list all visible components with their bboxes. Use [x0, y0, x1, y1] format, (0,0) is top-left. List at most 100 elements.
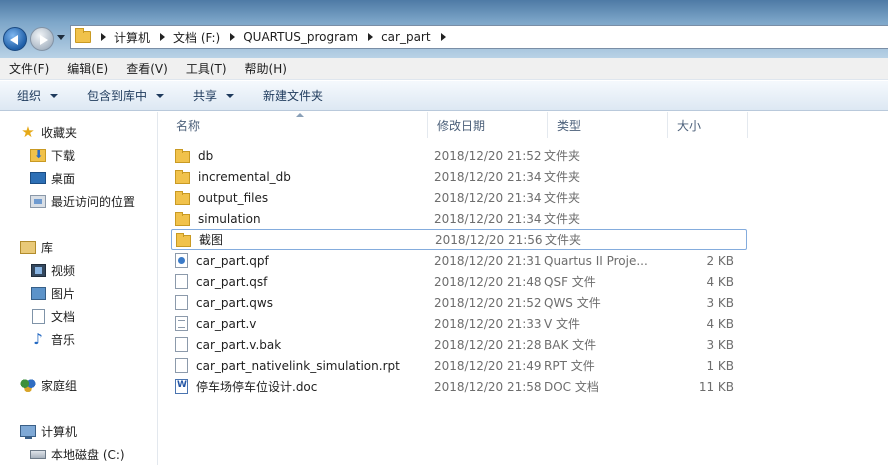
column-header-date[interactable]: 修改日期: [428, 112, 548, 138]
file-name: simulation: [198, 211, 261, 226]
recent-pages-dropdown[interactable]: [57, 35, 65, 40]
file-name: car_part.qpf: [196, 253, 269, 268]
menu-edit[interactable]: 编辑(E): [58, 60, 117, 77]
file-size: 1 KB: [706, 358, 734, 373]
nav-desktop[interactable]: 桌面: [30, 168, 75, 188]
file-date: 2018/12/20 21:58: [434, 379, 542, 394]
nav-downloads-label: 下载: [51, 148, 76, 163]
document-icon: [175, 274, 188, 289]
column-header-type[interactable]: 类型: [548, 112, 668, 138]
chevron-right-icon[interactable]: [440, 33, 446, 41]
file-row[interactable]: car_part.qpf 2018/12/20 21:31 Quartus II P…: [171, 250, 747, 271]
chevron-down-icon: [50, 93, 59, 98]
menu-help[interactable]: 帮助(H): [236, 60, 296, 77]
column-header-date-label: 修改日期: [437, 118, 486, 133]
file-row[interactable]: car_part.v.bak 2018/12/20 21:28 BAK 文件 3 KB: [171, 334, 747, 355]
nav-music[interactable]: ♪ 音乐: [30, 329, 75, 349]
nav-videos[interactable]: 视频: [30, 260, 75, 280]
file-row[interactable]: 停车场停车位设计.doc 2018/12/20 21:58DOC 文档 11 KB: [171, 376, 747, 397]
homegroup-icon: [20, 378, 36, 392]
nav-downloads[interactable]: 下载: [30, 145, 75, 165]
file-name: car_part.qsf: [196, 274, 268, 289]
file-name-cell: car_part.v.bak: [171, 337, 424, 352]
navigation-pane[interactable]: ★ 收藏夹 下载 桌面 最近访问的位置 库 视频 图片 文档 ♪ 音乐 家庭组 …: [0, 112, 158, 465]
chevron-right-icon[interactable]: [368, 33, 374, 41]
forward-button[interactable]: [30, 27, 54, 51]
folder-icon: [175, 211, 190, 226]
video-icon: [30, 263, 46, 277]
breadcrumb-drive-f[interactable]: 文档 (F:): [173, 29, 220, 46]
nav-homegroup[interactable]: 家庭组: [20, 375, 77, 395]
nav-music-label: 音乐: [51, 332, 76, 347]
file-name-cell: car_part.qws: [171, 295, 424, 310]
file-name: car_part.qws: [196, 295, 273, 310]
file-size: 3 KB: [706, 337, 734, 352]
organize-label: 组织: [17, 89, 42, 103]
menu-file[interactable]: 文件(F): [0, 60, 58, 77]
nav-recent-label: 最近访问的位置: [51, 194, 136, 209]
download-folder-icon: [30, 148, 46, 162]
nav-local-disk[interactable]: 本地磁盘 (C:): [30, 444, 125, 464]
file-row[interactable]: car_part.v 2018/12/20 21:33 V 文件 4 KB: [171, 313, 747, 334]
back-button[interactable]: [3, 27, 27, 51]
folder-icon: [175, 148, 190, 163]
share-label: 共享: [193, 89, 218, 103]
file-row[interactable]: car_part.qsf 2018/12/20 21:48 QSF 文件 4 KB: [171, 271, 747, 292]
file-row[interactable]: db 2018/12/20 21:52 文件夹: [171, 145, 747, 166]
nav-pictures-label: 图片: [51, 286, 76, 301]
new-folder-button[interactable]: 新建文件夹: [246, 87, 335, 104]
file-date: 2018/12/20 21:31: [434, 253, 542, 268]
breadcrumb-car-part[interactable]: car_part: [381, 30, 431, 44]
file-list[interactable]: 名称 修改日期 类型 大小 db 2018/12/20 21:52 文件夹 incre…: [159, 112, 888, 465]
column-header-name-label: 名称: [176, 118, 201, 133]
file-date: 2018/12/20 21:33: [434, 316, 542, 331]
file-row[interactable]: output_files 2018/12/20 21:34 文件夹: [171, 187, 747, 208]
document-icon: [175, 358, 188, 373]
chevron-right-icon[interactable]: [230, 33, 236, 41]
file-type: BAK 文件: [544, 338, 597, 352]
nav-libraries[interactable]: 库: [20, 237, 53, 257]
file-date: 2018/12/20 21:28: [434, 337, 542, 352]
file-type: DOC 文档: [544, 380, 599, 394]
folder-icon: [176, 232, 191, 247]
chevron-down-icon: [156, 93, 165, 98]
share-button[interactable]: 共享: [176, 87, 246, 104]
include-in-library-button[interactable]: 包含到库中: [70, 87, 176, 104]
nav-pictures[interactable]: 图片: [30, 283, 75, 303]
menu-view[interactable]: 查看(V): [117, 60, 177, 77]
breadcrumb-computer[interactable]: 计算机: [114, 29, 150, 46]
file-row[interactable]: 截图 2018/12/20 21:56 文件夹: [171, 229, 747, 250]
file-row[interactable]: incremental_db 2018/12/20 21:34 文件夹: [171, 166, 747, 187]
menu-tools[interactable]: 工具(T): [177, 60, 236, 77]
chevron-right-icon[interactable]: [101, 33, 106, 41]
file-size: 4 KB: [706, 316, 734, 331]
file-type: Quartus II Proje...: [544, 253, 648, 268]
file-name: 停车场停车位设计.doc: [196, 380, 318, 394]
column-header-size[interactable]: 大小: [668, 112, 748, 138]
file-row[interactable]: car_part_nativelink_simulation.rpt 2018/1…: [171, 355, 747, 376]
nav-documents[interactable]: 文档: [30, 306, 75, 326]
file-name-cell: simulation: [171, 211, 424, 226]
file-size: 2 KB: [706, 253, 734, 268]
file-row[interactable]: car_part.qws 2018/12/20 21:52 QWS 文件 3 KB: [171, 292, 747, 313]
column-header-name[interactable]: 名称: [159, 112, 428, 138]
nav-favorites-label: 收藏夹: [41, 125, 78, 140]
nav-recent-places[interactable]: 最近访问的位置: [30, 191, 135, 211]
chevron-right-icon[interactable]: [160, 33, 166, 41]
file-date: 2018/12/20 21:34: [434, 169, 542, 184]
word-document-icon: [175, 379, 188, 394]
file-row[interactable]: simulation 2018/12/20 21:34 文件夹: [171, 208, 747, 229]
picture-icon: [30, 286, 46, 300]
nav-favorites[interactable]: ★ 收藏夹: [20, 122, 77, 142]
file-type: QWS 文件: [544, 296, 601, 310]
file-name: db: [198, 148, 214, 163]
recent-places-icon: [30, 194, 46, 208]
organize-button[interactable]: 组织: [0, 87, 70, 104]
menu-bar: 文件(F) 编辑(E) 查看(V) 工具(T) 帮助(H): [0, 58, 888, 80]
address-bar[interactable]: 计算机 文档 (F:) QUARTUS_program car_part: [70, 25, 888, 49]
breadcrumb-quartus-program[interactable]: QUARTUS_program: [243, 30, 358, 44]
file-name-cell: car_part_nativelink_simulation.rpt: [171, 358, 424, 373]
nav-computer-label: 计算机: [41, 424, 78, 439]
file-name: 截图: [199, 233, 224, 247]
nav-computer[interactable]: 计算机: [20, 421, 77, 441]
